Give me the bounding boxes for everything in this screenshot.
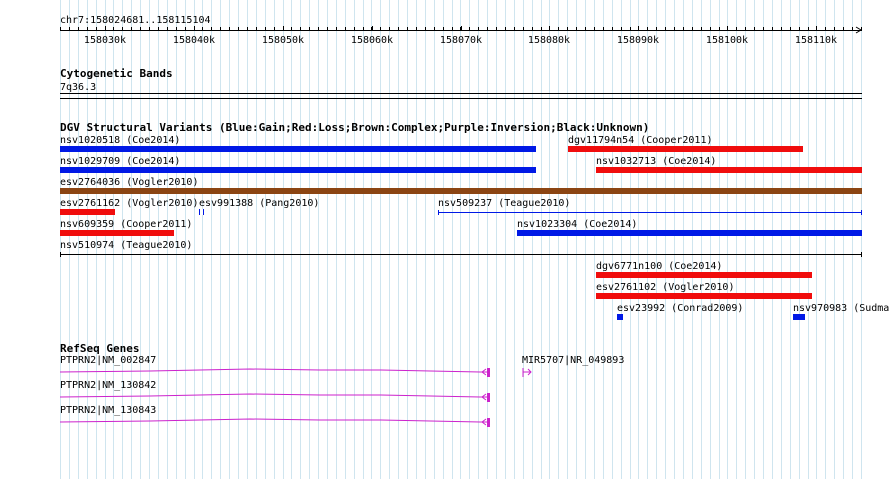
gene-model-nm-130843[interactable] [59, 418, 490, 427]
refseq-gene-models [59, 368, 532, 427]
gene-model-nr-049893[interactable] [522, 368, 532, 377]
genome-browser-view: chr7:158024681..158115104 158030k 158040k… [0, 0, 890, 479]
gene-model-nm-002847[interactable] [59, 368, 490, 377]
gene-model-nm-130842[interactable] [59, 393, 490, 402]
